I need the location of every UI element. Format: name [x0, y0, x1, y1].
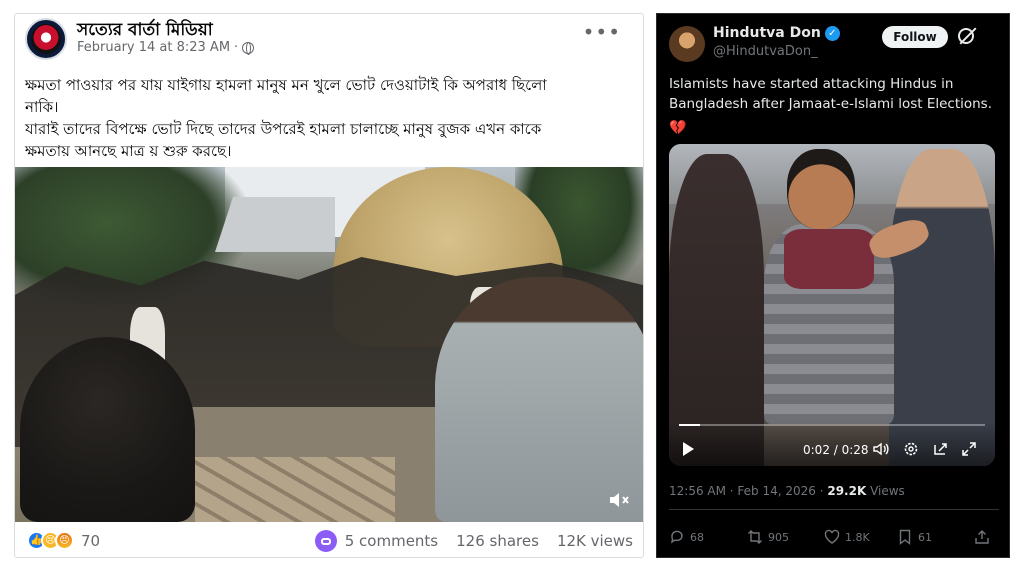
mute-icon[interactable] [607, 488, 631, 512]
bookmark-button[interactable]: 61 [897, 529, 932, 545]
post-header: সত্যের বার্তা মিডিয়া February 14 at 8:2… [15, 14, 643, 70]
tweet-actions: 68 905 1.8K 61 [669, 526, 999, 548]
post-text-line: ক্ষমতা পাওয়ার পর যায় যাইগায় হামলা মান… [25, 76, 547, 94]
tweet-video[interactable]: 0:02 / 0:28 [669, 144, 995, 466]
tweet-timestamp[interactable]: 12:56 AM · Feb 14, 2026 · [669, 484, 827, 498]
volume-icon[interactable] [873, 441, 889, 457]
facebook-post: সত্যের বার্তা মিডিয়া February 14 at 8:2… [14, 13, 644, 558]
reply-count: 68 [690, 530, 704, 544]
post-timestamp[interactable]: February 14 at 8:23 AM [77, 40, 230, 55]
play-icon[interactable] [683, 442, 694, 456]
broken-heart-emoji: 💔 [669, 120, 687, 136]
tweet-meta: 12:56 AM · Feb 14, 2026 · 29.2K Views [669, 484, 905, 498]
like-button[interactable]: 1.8K [824, 529, 870, 545]
page-avatar[interactable] [25, 18, 67, 60]
comments-count[interactable]: 5 comments [345, 532, 438, 550]
views-label: Views [866, 484, 905, 498]
display-name-text: Hindutva Don [713, 25, 821, 41]
verified-badge-icon: ✓ [824, 25, 840, 41]
bookmark-count: 61 [918, 530, 932, 544]
reply-icon [671, 530, 683, 544]
video-time: 0:02 / 0:28 [803, 443, 869, 457]
views-count: 12K views [556, 532, 633, 550]
bookmark-icon [899, 529, 911, 545]
reaction-icons[interactable]: 👍 😢 😠 [27, 531, 74, 550]
share-button[interactable] [974, 529, 990, 545]
tweet-text: Islamists have started attacking Hindus … [669, 74, 999, 138]
display-name[interactable]: Hindutva Don ✓ [713, 25, 840, 41]
more-options-button[interactable]: ••• [583, 20, 621, 44]
post-video[interactable] [15, 167, 643, 522]
fullscreen-icon[interactable] [961, 441, 977, 457]
post-footer: 👍 😢 😠 70 5 comments 126 shares 12K views [15, 522, 643, 557]
grok-icon[interactable] [958, 28, 974, 44]
share-icon [975, 530, 989, 544]
angry-icon: 😠 [55, 531, 74, 550]
settings-gear-icon[interactable] [903, 441, 919, 457]
tweet-body: Islamists have started attacking Hindus … [669, 76, 993, 112]
reaction-count[interactable]: 70 [81, 532, 100, 550]
reply-button[interactable]: 68 [669, 529, 704, 545]
heart-icon [824, 529, 840, 544]
post-meta: February 14 at 8:23 AM · [77, 40, 255, 55]
like-count: 1.8K [845, 530, 870, 544]
shares-count[interactable]: 126 shares [456, 532, 539, 550]
repost-count: 905 [768, 530, 789, 544]
x-post: Hindutva Don ✓ @HindutvaDon_ Follow Isla… [656, 13, 1010, 558]
picture-in-picture-icon[interactable] [933, 441, 949, 457]
repost-icon [748, 530, 762, 544]
user-handle[interactable]: @HindutvaDon_ [713, 44, 818, 59]
divider [669, 509, 999, 510]
post-text-line: যারাই তাদের বিপক্ষে ভোট দিছে তাদের উপরেই… [25, 120, 542, 138]
post-text-line: ক্ষমতায় আনছে মাত্র য় শুরু করছে। [25, 142, 232, 160]
post-text-line: নাকি। [25, 98, 59, 116]
video-progress-bar[interactable] [679, 424, 985, 426]
views-count: 29.2K [827, 484, 867, 498]
follow-button[interactable]: Follow [882, 26, 948, 48]
messenger-icon[interactable] [314, 530, 337, 552]
globe-icon [242, 41, 255, 55]
post-text: ক্ষমতা পাওয়ার পর যায় যাইগায় হামলা মান… [25, 74, 625, 162]
user-avatar[interactable] [669, 26, 705, 62]
repost-button[interactable]: 905 [747, 529, 789, 545]
